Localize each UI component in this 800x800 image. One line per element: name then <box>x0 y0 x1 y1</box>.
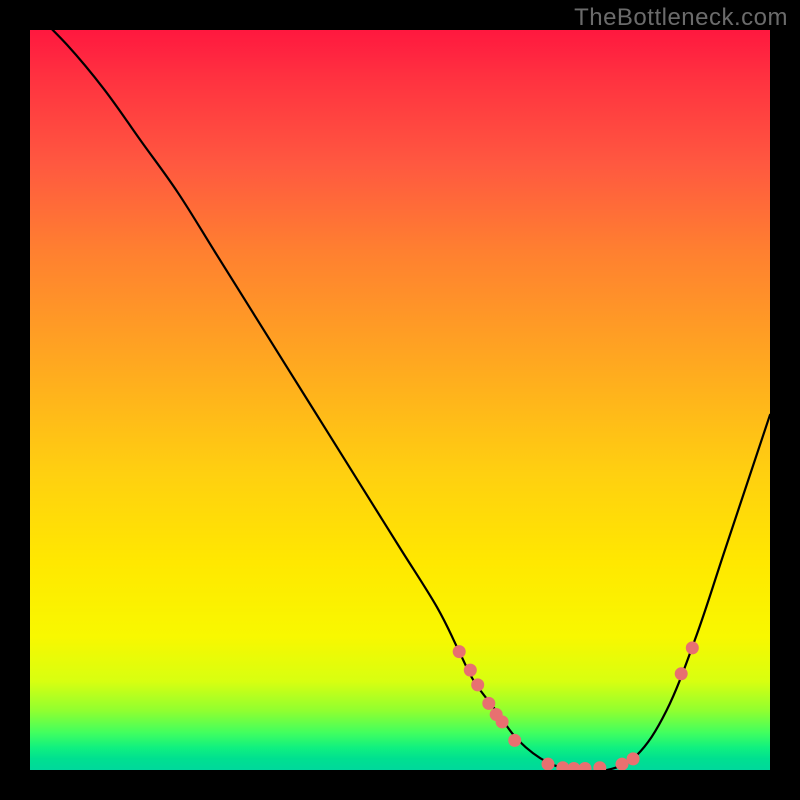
curve-marker <box>567 762 580 770</box>
curve-marker <box>508 734 521 747</box>
curve-marker <box>556 761 569 770</box>
plot-area <box>30 30 770 770</box>
curve-marker <box>482 697 495 710</box>
curve-marker <box>593 761 606 770</box>
curve-marker <box>616 758 629 770</box>
bottleneck-curve <box>30 30 770 770</box>
watermark-text: TheBottleneck.com <box>574 4 788 32</box>
curve-marker <box>686 641 699 654</box>
curve-layer <box>30 30 770 770</box>
curve-markers <box>453 641 699 770</box>
curve-marker <box>627 752 640 765</box>
curve-marker <box>542 758 555 770</box>
curve-marker <box>471 678 484 691</box>
curve-marker <box>579 762 592 770</box>
curve-marker <box>464 664 477 677</box>
curve-marker <box>453 645 466 658</box>
curve-marker <box>496 715 509 728</box>
curve-marker <box>675 667 688 680</box>
chart-frame: TheBottleneck.com <box>0 0 800 800</box>
